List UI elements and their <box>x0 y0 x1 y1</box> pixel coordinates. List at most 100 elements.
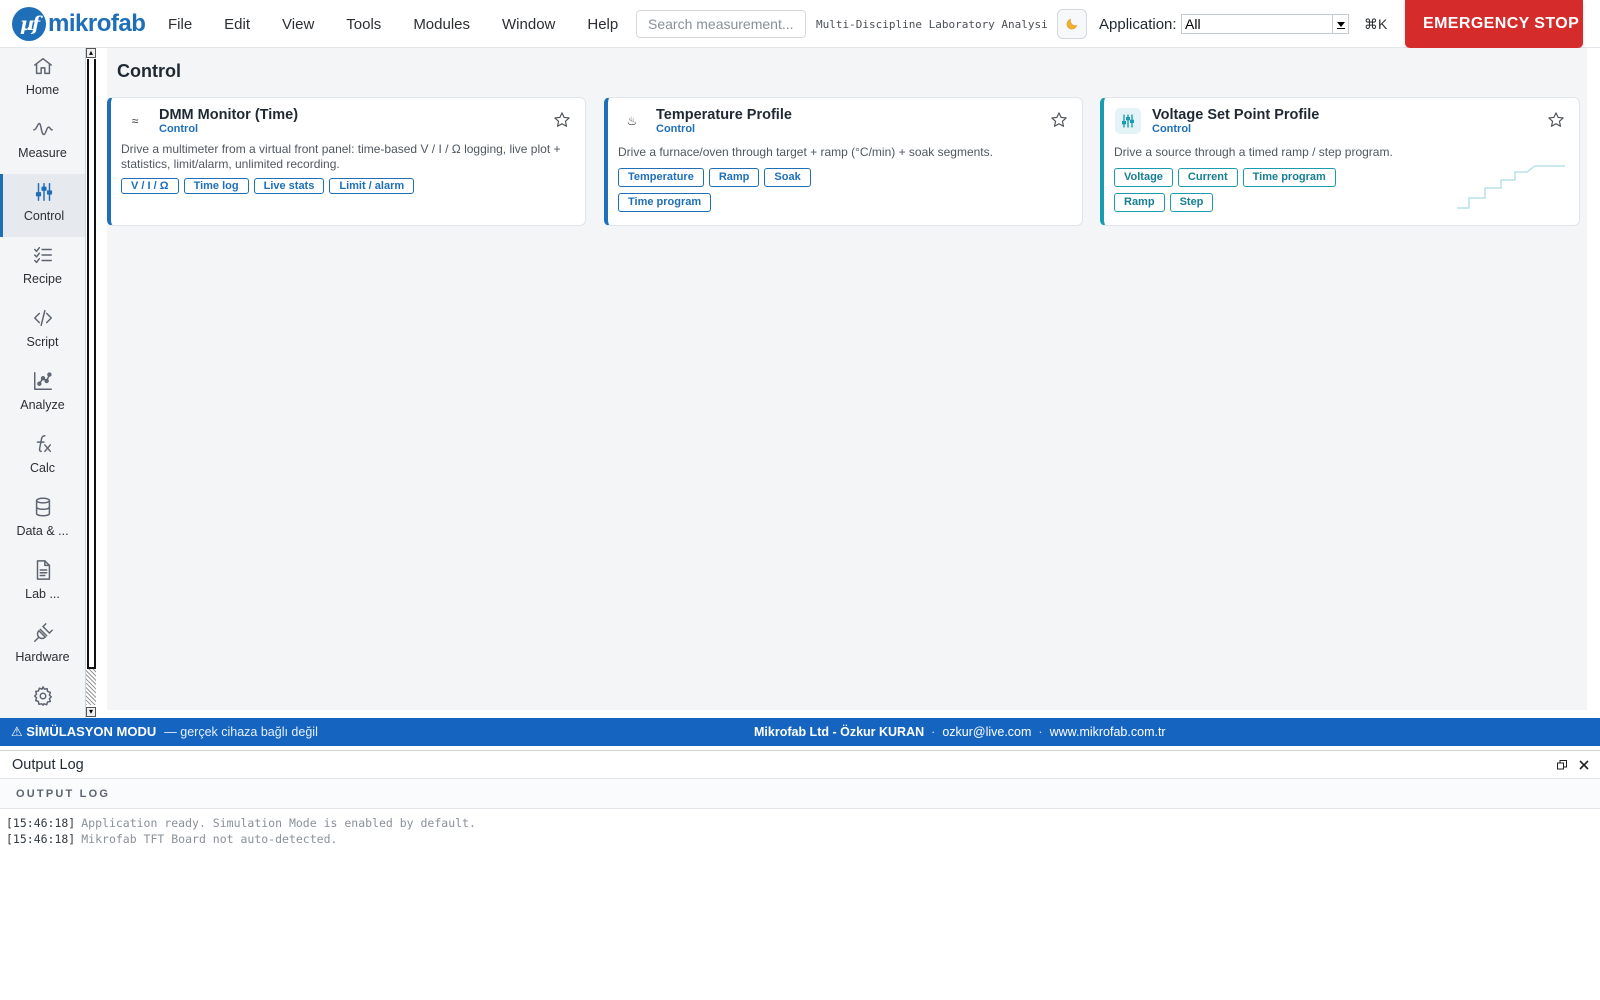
sidebar-item-settings[interactable] <box>0 678 85 718</box>
module-card-dmm-monitor[interactable]: ≈ DMM Monitor (Time) Control Drive a mul… <box>107 97 586 226</box>
function-icon <box>36 435 51 453</box>
sidebar-nav: Home Measure Control Recipe Script Analy… <box>0 48 85 718</box>
wave-icon: ≈ <box>131 114 139 128</box>
command-palette-shortcut[interactable]: ⌘K <box>1364 0 1387 48</box>
separator: · <box>1038 725 1043 739</box>
email-link[interactable]: ozkur@live.com <box>942 725 1031 739</box>
credits: Mikrofab Ltd - Özkur KURAN · ozkur@live.… <box>754 718 1166 746</box>
favorite-star-icon[interactable] <box>1050 111 1070 131</box>
sidebar-item-label: Script <box>26 335 59 349</box>
gear-icon <box>33 686 52 706</box>
sidebar-item-control[interactable]: Control <box>0 174 85 237</box>
scroll-up-button[interactable]: ▴ <box>86 48 96 58</box>
application-label: Application: <box>1099 15 1177 33</box>
sidebar-item-lab[interactable]: Lab ... <box>0 552 85 615</box>
sidebar-item-label: Lab ... <box>25 587 60 601</box>
tag: Ramp <box>1114 193 1165 212</box>
scatter-chart-icon <box>33 372 52 390</box>
code-icon <box>33 309 52 327</box>
output-log-title: Output Log <box>12 756 84 773</box>
card-category: Control <box>1152 123 1192 135</box>
log-message: Mikrofab TFT Board not auto-detected. <box>81 832 338 846</box>
menu-window[interactable]: Window <box>502 16 555 33</box>
step-profile-icon <box>1457 165 1565 209</box>
tag: Time program <box>1242 168 1336 187</box>
scrollbar-grip[interactable] <box>86 669 96 705</box>
company-name: Mikrofab Ltd - Özkur KURAN <box>754 725 925 739</box>
scroll-down-button[interactable]: ▾ <box>86 707 96 717</box>
application-select[interactable]: All <box>1181 14 1349 34</box>
tag: Ramp <box>708 168 760 187</box>
website-link[interactable]: www.mikrofab.com.tr <box>1050 725 1166 739</box>
sidebar-item-label: Control <box>23 209 65 223</box>
sidebar-item-measure[interactable]: Measure <box>0 111 85 174</box>
moon-icon <box>1066 18 1078 30</box>
output-log-body: [15:46:18] Application ready. Simulation … <box>6 815 476 847</box>
tag: Time program <box>618 193 712 212</box>
sidebar-item-label: Recipe <box>23 272 62 286</box>
sidebar-item-hardware[interactable]: Hardware <box>0 615 85 678</box>
log-timestamp: [15:46:18] <box>6 832 76 846</box>
sidebar-scrollbar[interactable]: ▴ ▾ <box>85 48 96 718</box>
sidebar-item-label: Data & ... <box>16 524 69 538</box>
scrollbar-track[interactable] <box>86 59 96 705</box>
module-card-temperature-profile[interactable]: ♨ Temperature Profile Control Drive a fu… <box>604 97 1083 226</box>
sidebar-item-data[interactable]: Data & ... <box>0 489 85 552</box>
sidebar-item-label: Home <box>25 83 60 97</box>
chevron-down-icon <box>1332 15 1348 33</box>
card-description: Drive a furnace/oven through target + ra… <box>618 145 993 159</box>
card-tags: V / I / Ω Time log Live stats Limit / al… <box>121 178 421 200</box>
simulation-mode-badge: ⚠ SİMÜLASYON MODU — gerçek cihaza bağlı … <box>11 718 318 746</box>
main-content: Control ≈ DMM Monitor (Time) Control Dri… <box>107 48 1587 710</box>
theme-toggle-button[interactable] <box>1057 9 1087 39</box>
page-title: Control <box>117 61 181 81</box>
simulation-mode-note: — gerçek cihaza bağlı değil <box>164 725 318 739</box>
menu-tools[interactable]: Tools <box>346 16 381 33</box>
home-icon <box>33 57 52 75</box>
card-tags: Temperature Ramp Soak Time program <box>618 168 838 218</box>
tag: Current <box>1177 168 1238 187</box>
sliders-icon <box>35 183 53 201</box>
card-tags: Voltage Current Time program Ramp Step <box>1114 168 1354 218</box>
menu-view[interactable]: View <box>282 16 314 33</box>
menu-modules[interactable]: Modules <box>413 16 470 33</box>
tag: Temperature <box>618 168 704 187</box>
scrollbar-thumb[interactable] <box>87 59 96 669</box>
sidebar-item-recipe[interactable]: Recipe <box>0 237 85 300</box>
menu-help[interactable]: Help <box>587 16 618 33</box>
sidebar-item-label: Calc <box>29 461 55 475</box>
menu-file[interactable]: File <box>168 16 192 33</box>
sidebar-item-home[interactable]: Home <box>0 48 85 111</box>
database-icon <box>35 497 50 517</box>
module-card-voltage-set-point-profile[interactable]: Voltage Set Point Profile Control Drive … <box>1100 97 1580 226</box>
menu-edit[interactable]: Edit <box>224 16 250 33</box>
separator: · <box>931 725 936 739</box>
top-menubar: µf mikrofab File Edit View Tools Modules… <box>0 0 1600 48</box>
favorite-star-icon[interactable] <box>553 111 573 131</box>
panel-actions <box>1548 757 1592 773</box>
main-menu: File Edit View Tools Modules Window Help <box>152 0 634 48</box>
tag: Limit / alarm <box>329 178 415 194</box>
close-icon[interactable] <box>1576 757 1592 773</box>
restore-window-icon[interactable] <box>1554 757 1570 773</box>
emergency-stop-button[interactable]: EMERGENCY STOP <box>1405 0 1583 48</box>
card-title: DMM Monitor (Time) <box>159 107 299 123</box>
search-input[interactable] <box>636 10 806 38</box>
sidebar-item-script[interactable]: Script <box>0 300 85 363</box>
card-description: Drive a multimeter from a virtual front … <box>121 142 561 171</box>
log-line: [15:46:18] Application ready. Simulation … <box>6 815 476 831</box>
plug-icon <box>33 623 53 642</box>
sidebar-item-label: Analyze <box>20 398 65 412</box>
sidebar-item-analyze[interactable]: Analyze <box>0 363 85 426</box>
sidebar-item-label: Measure <box>18 146 67 160</box>
app-logo[interactable]: µf mikrofab <box>12 7 146 41</box>
favorite-star-icon[interactable] <box>1547 111 1567 131</box>
log-message: Application ready. Simulation Mode is en… <box>81 816 476 830</box>
tag: Live stats <box>253 178 325 194</box>
sidebar-item-calc[interactable]: Calc <box>0 426 85 489</box>
logo-text: mikrofab <box>48 10 146 37</box>
card-description: Drive a source through a timed ramp / st… <box>1114 145 1393 159</box>
flame-icon: ♨ <box>626 114 638 128</box>
document-icon <box>36 560 50 580</box>
card-title: Voltage Set Point Profile <box>1152 107 1320 123</box>
